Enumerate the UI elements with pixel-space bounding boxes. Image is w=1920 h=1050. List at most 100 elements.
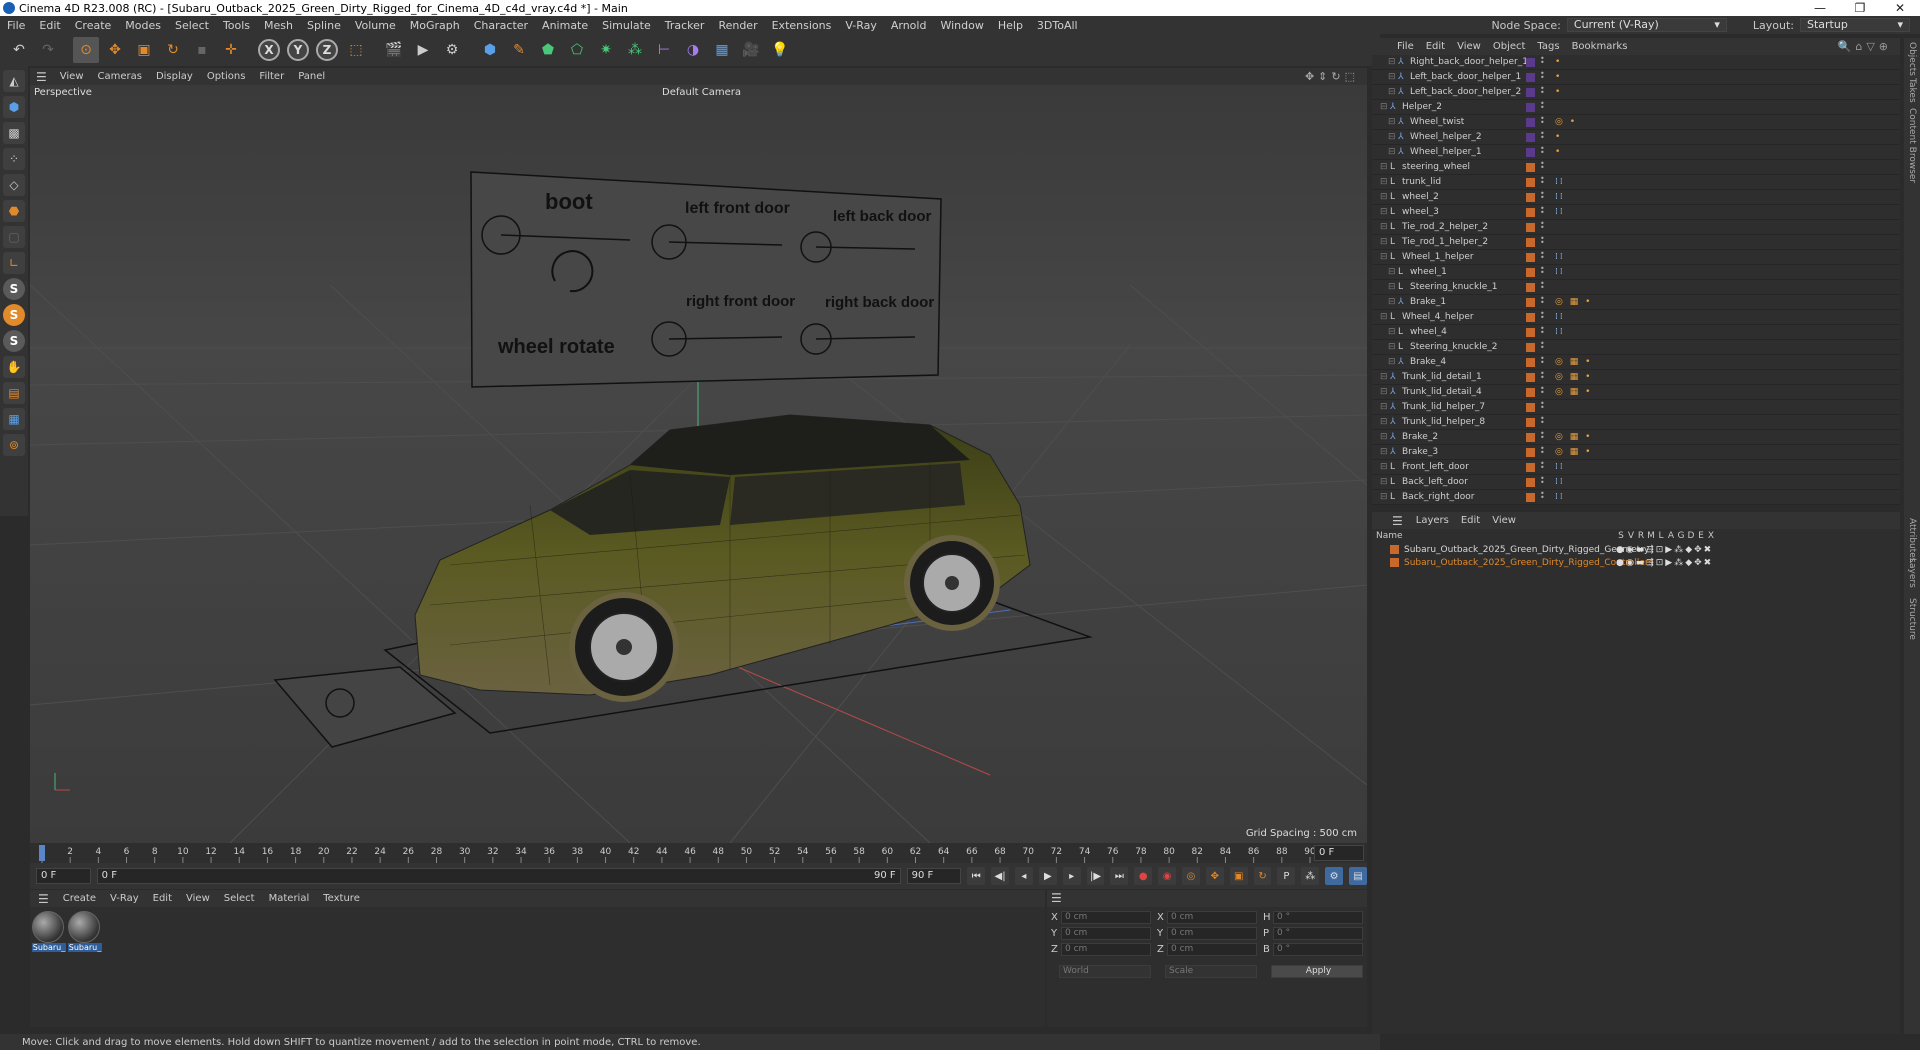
object-row[interactable]: ⊟ ⅄ Wheel_helper_1 • • •	[1372, 145, 1900, 160]
object-row[interactable]: ⊟ Ltrunk_lid • • ⁞⁞	[1372, 175, 1900, 190]
object-row[interactable]: ⊟ Lwheel_2 • • ⁞⁞	[1372, 190, 1900, 205]
material-menu-vray[interactable]: V-Ray	[104, 893, 145, 904]
live-selection-icon[interactable]: ⊙	[73, 37, 99, 63]
layer-color-swatch[interactable]	[1526, 372, 1535, 382]
material-swatch[interactable]: Subaru_	[32, 911, 66, 955]
side-tab[interactable]: Content Browser	[1907, 108, 1917, 183]
points-mode-icon[interactable]: ⁘	[3, 148, 25, 170]
edges-mode-icon[interactable]: ◇	[3, 174, 25, 196]
tree-expander-icon[interactable]: ⊟	[1380, 492, 1388, 502]
menu-arnold[interactable]: Arnold	[884, 19, 934, 32]
pos-x-field[interactable]: 0 cm	[1061, 911, 1151, 924]
tree-expander-icon[interactable]: ⊟	[1388, 147, 1396, 157]
viewport-menu-options[interactable]: Options	[202, 71, 251, 82]
texture-mode-icon[interactable]: ▩	[3, 122, 25, 144]
obj-menu-edit[interactable]: Edit	[1421, 41, 1450, 52]
layer-color-swatch[interactable]	[1526, 237, 1535, 247]
object-tags[interactable]: ⁞⁞	[1555, 177, 1565, 187]
menu-help[interactable]: Help	[991, 19, 1030, 32]
move-icon[interactable]: ✥	[102, 37, 128, 63]
object-tags[interactable]: ◎ ▦ •	[1555, 432, 1592, 442]
layer-color-swatch[interactable]	[1526, 72, 1535, 82]
object-row[interactable]: ⊟ Lwheel_1 • • ⁞⁞	[1372, 265, 1900, 280]
pen-icon[interactable]: ✎	[506, 37, 532, 63]
object-row[interactable]: ⊟ ⅄ Wheel_twist • • ◎ •	[1372, 115, 1900, 130]
material-menu-material[interactable]: Material	[263, 893, 316, 904]
object-tags[interactable]: ⁞⁞	[1555, 477, 1565, 487]
layer-color-swatch[interactable]	[1526, 117, 1535, 127]
tree-expander-icon[interactable]: ⊟	[1380, 402, 1388, 412]
playhead[interactable]	[39, 845, 45, 861]
layer-color-swatch[interactable]	[1526, 297, 1535, 307]
menu-modes[interactable]: Modes	[118, 19, 168, 32]
visibility-dots-icon[interactable]: • •	[1540, 190, 1545, 202]
visibility-dots-icon[interactable]: • •	[1540, 340, 1545, 352]
layer-color-swatch[interactable]	[1526, 252, 1535, 262]
field-icon[interactable]: ◑	[680, 37, 706, 63]
end-frame-field[interactable]: 90 F	[906, 868, 962, 884]
object-tags[interactable]: •	[1555, 87, 1562, 97]
object-tags[interactable]: •	[1555, 72, 1562, 82]
layer-color-swatch[interactable]	[1526, 162, 1535, 172]
layer-color-swatch[interactable]	[1526, 417, 1535, 427]
next-frame-icon[interactable]: ▸	[1062, 867, 1081, 885]
visibility-dots-icon[interactable]: • •	[1540, 145, 1545, 157]
visibility-dots-icon[interactable]: • •	[1540, 295, 1545, 307]
tree-expander-icon[interactable]: ⊟	[1388, 72, 1396, 82]
menu-3dtoall[interactable]: 3DToAll	[1030, 19, 1085, 32]
scale-icon[interactable]: ▣	[131, 37, 157, 63]
object-row[interactable]: ⊟ L Back_left_door • • ⁞⁞	[1372, 475, 1900, 490]
cube-icon[interactable]: ⬢	[477, 37, 503, 63]
obj-menu-view[interactable]: View	[1452, 41, 1486, 52]
rot-b-field[interactable]: 0 °	[1273, 943, 1363, 956]
object-tags[interactable]: ⁞⁞	[1555, 462, 1565, 472]
z-axis-lock-icon[interactable]: Z	[316, 39, 338, 61]
material-swatch[interactable]: Subaru_	[68, 911, 102, 955]
grid-icon[interactable]: ▤	[3, 382, 25, 404]
layer-color-swatch[interactable]	[1526, 87, 1535, 97]
pos-y-field[interactable]: 0 cm	[1061, 927, 1151, 940]
deformer-icon[interactable]: ⊢	[651, 37, 677, 63]
rot-p-field[interactable]: 0 °	[1273, 927, 1363, 940]
object-row[interactable]: ⊟ L Back_right_door • • ⁞⁞	[1372, 490, 1900, 505]
layer-color-swatch[interactable]	[1526, 357, 1535, 367]
object-row[interactable]: ⊟ ⅄ Trunk_lid_helper_7 • •	[1372, 400, 1900, 415]
material-menu-select[interactable]: Select	[218, 893, 261, 904]
visibility-dots-icon[interactable]: • •	[1540, 310, 1545, 322]
tree-expander-icon[interactable]: ⊟	[1388, 297, 1396, 307]
object-row[interactable]: ⊟ ⅄ Wheel_helper_2 • • •	[1372, 130, 1900, 145]
object-row[interactable]: ⊟ ⅄ Left_back_door_helper_1 • • •	[1372, 70, 1900, 85]
menu-render[interactable]: Render	[711, 19, 764, 32]
object-tags[interactable]: ◎ ▦ •	[1555, 387, 1592, 397]
object-tags[interactable]: ⁞⁞	[1555, 267, 1565, 277]
object-row[interactable]: ⊟ L Steering_knuckle_2 • •	[1372, 340, 1900, 355]
solo-icon[interactable]: ▦	[3, 408, 25, 430]
material-menu-create[interactable]: Create	[57, 893, 102, 904]
viewport-menu-display[interactable]: Display	[151, 71, 198, 82]
menu-create[interactable]: Create	[68, 19, 119, 32]
redo-icon[interactable]: ↷	[35, 37, 61, 63]
layer-color-swatch[interactable]	[1526, 477, 1535, 487]
size-mode-dropdown[interactable]: Scale	[1165, 965, 1257, 978]
render-view-icon[interactable]: 🎬	[381, 37, 407, 63]
layer-flag-icons[interactable]: ●◉▬⇶⊡▶⁂◆✥✖	[1616, 545, 1713, 555]
visibility-dots-icon[interactable]: • •	[1540, 415, 1545, 427]
array-icon[interactable]: ⁂	[622, 37, 648, 63]
object-row[interactable]: ⊟ ⅄ Brake_4 • • ◎ ▦ •	[1372, 355, 1900, 370]
object-row[interactable]: ⊟ ⅄ Helper_2 • •	[1372, 100, 1900, 115]
menu-mograph[interactable]: MoGraph	[403, 19, 467, 32]
tree-expander-icon[interactable]: ⊟	[1380, 222, 1388, 232]
tree-expander-icon[interactable]: ⊟	[1380, 417, 1388, 427]
menu-edit[interactable]: Edit	[32, 19, 67, 32]
tree-expander-icon[interactable]: ⊟	[1380, 372, 1388, 382]
menu-select[interactable]: Select	[168, 19, 216, 32]
tree-expander-icon[interactable]: ⊟	[1380, 432, 1388, 442]
object-tags[interactable]: ⁞⁞	[1555, 252, 1565, 262]
layer-menu-view[interactable]: View	[1487, 515, 1521, 526]
go-to-start-icon[interactable]: ⏮	[967, 867, 986, 885]
timeline-window-icon[interactable]: ⚙	[1325, 867, 1344, 885]
undo-icon[interactable]: ↶	[6, 37, 32, 63]
layer-color-swatch[interactable]	[1526, 432, 1535, 442]
menu-spline[interactable]: Spline	[300, 19, 348, 32]
key-rotation-icon[interactable]: ↻	[1253, 867, 1272, 885]
